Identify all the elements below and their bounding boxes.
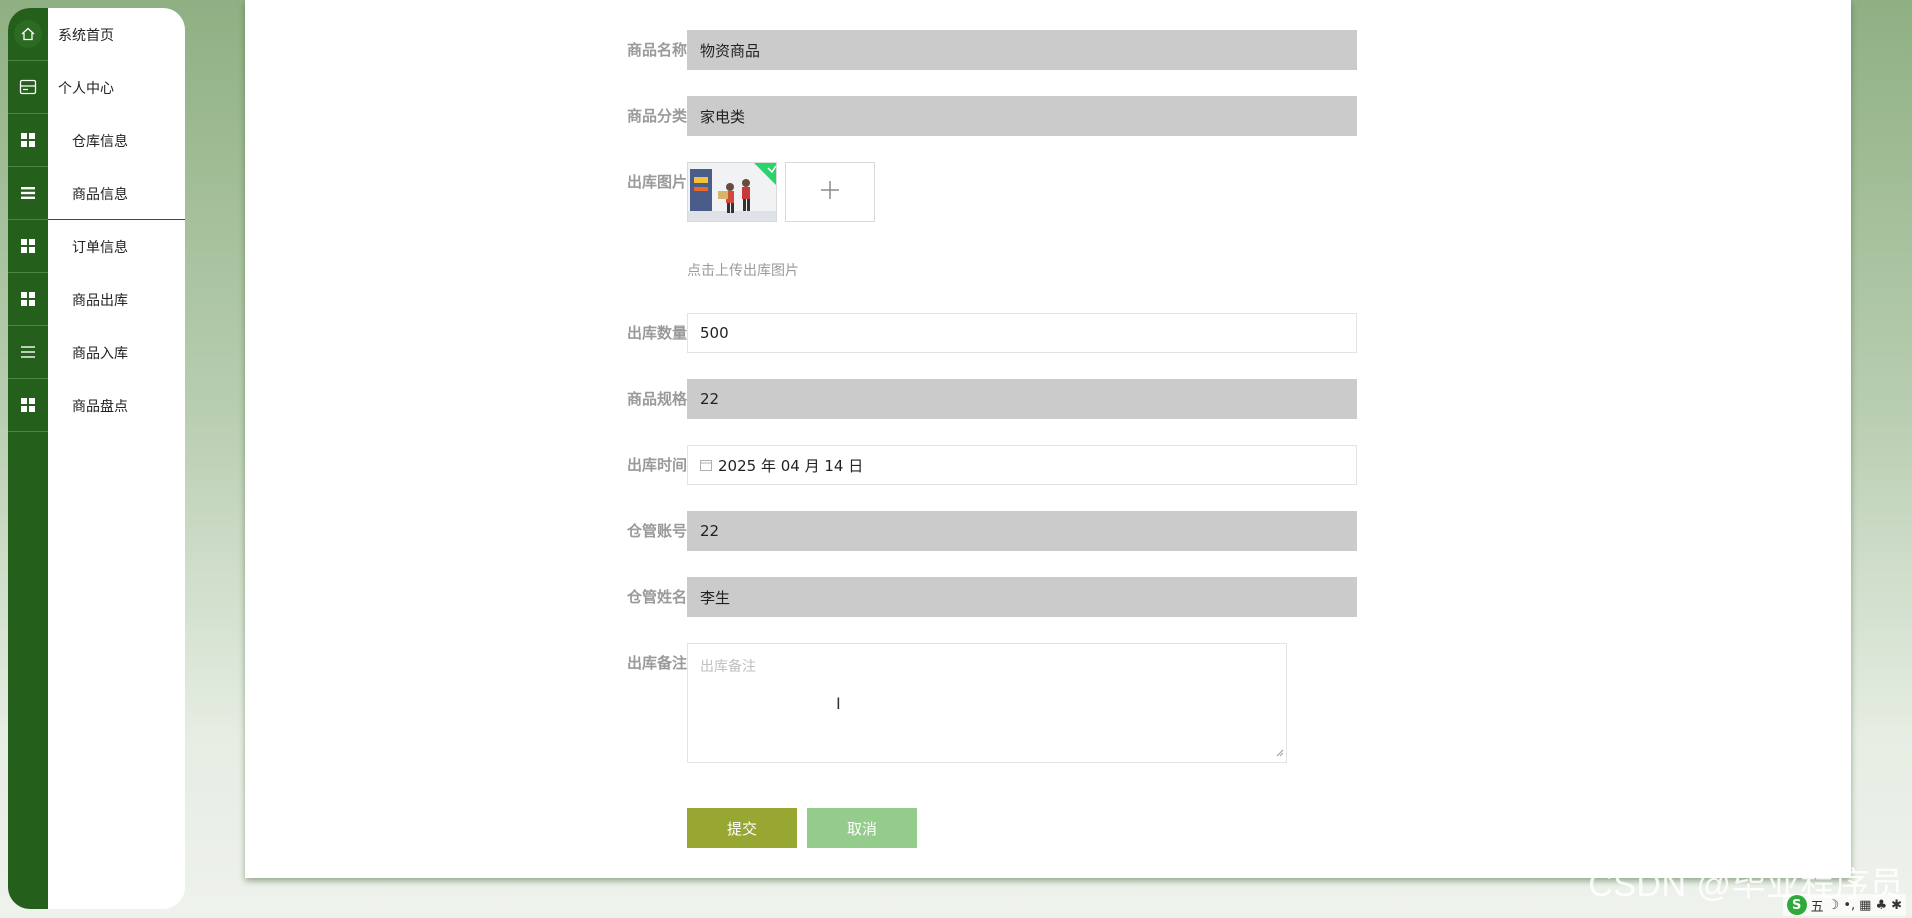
field-label: 商品规格 bbox=[626, 390, 687, 408]
keeper-name-field: 李生 bbox=[687, 577, 1357, 617]
field-label: 商品分类 bbox=[626, 107, 687, 125]
product-name-field: 物资商品 bbox=[687, 30, 1357, 70]
sidebar-item-inbound[interactable]: 商品入库 bbox=[8, 326, 185, 379]
spec-field: 22 bbox=[687, 379, 1357, 419]
sidebar-item-label: 仓库信息 bbox=[72, 133, 128, 150]
sidebar-item-label: 系统首页 bbox=[58, 27, 114, 44]
upload-image-button[interactable] bbox=[785, 162, 875, 222]
sidebar-item-products[interactable]: 商品信息 bbox=[8, 167, 185, 220]
quantity-input[interactable]: 500 bbox=[687, 313, 1357, 353]
plus-icon bbox=[819, 179, 841, 206]
sidebar-item-label: 商品盘点 bbox=[72, 398, 128, 415]
sidebar-item-label: 商品信息 bbox=[72, 186, 128, 203]
field-label: 仓管账号 bbox=[626, 522, 687, 540]
system-tray: S 五 ☽ •, ▦ ♣ ✱ bbox=[1782, 894, 1906, 916]
submit-button[interactable]: 提交 bbox=[687, 808, 797, 848]
field-value: 22 bbox=[700, 522, 720, 540]
resize-handle-icon[interactable] bbox=[1276, 745, 1284, 761]
date-picker[interactable]: 2025 年 04 月 14 日 bbox=[687, 445, 1357, 485]
field-label: 仓管姓名 bbox=[626, 588, 687, 606]
sidebar-item-label: 订单信息 bbox=[72, 239, 128, 256]
calendar-icon bbox=[700, 459, 712, 471]
sidebar-item-home[interactable]: 系统首页 bbox=[8, 8, 185, 61]
textarea-placeholder: 出库备注 bbox=[700, 659, 756, 675]
home-icon bbox=[8, 8, 48, 61]
list-icon bbox=[8, 167, 48, 220]
grid-icon bbox=[8, 273, 48, 326]
uploaded-image-thumbnail[interactable] bbox=[687, 162, 777, 222]
grid-icon bbox=[8, 114, 48, 167]
cancel-button[interactable]: 取消 bbox=[807, 808, 917, 848]
field-value: 物资商品 bbox=[700, 41, 761, 60]
grid-icon bbox=[8, 379, 48, 432]
sidebar-item-label: 商品出库 bbox=[72, 292, 128, 309]
sidebar: 系统首页 个人中心 仓库信息 商品信息 订单信息 商品出库 商品入库 商品盘点 bbox=[8, 8, 185, 909]
tray-item[interactable]: ♣ bbox=[1875, 898, 1887, 913]
sidebar-item-outbound[interactable]: 商品出库 bbox=[8, 273, 185, 326]
tray-item[interactable]: 五 bbox=[1811, 896, 1824, 915]
list-icon bbox=[8, 326, 48, 379]
field-value: 500 bbox=[700, 324, 729, 342]
sidebar-item-label: 个人中心 bbox=[58, 80, 114, 97]
text-cursor-icon: I bbox=[836, 694, 841, 713]
field-value: 李生 bbox=[700, 588, 731, 607]
main-panel: 商品名称 物资商品 商品分类 家电类 出库图片 点击上传出库图片 出库数量 50… bbox=[245, 0, 1851, 878]
field-label: 出库时间 bbox=[626, 456, 687, 474]
account-field: 22 bbox=[687, 511, 1357, 551]
sidebar-item-orders[interactable]: 订单信息 bbox=[8, 220, 185, 273]
remark-textarea[interactable]: 出库备注 I bbox=[687, 643, 1287, 763]
field-value: 22 bbox=[700, 390, 720, 408]
field-label: 出库图片 bbox=[626, 173, 687, 191]
input-method-logo-icon[interactable]: S bbox=[1786, 895, 1807, 915]
field-value: 2025 年 04 月 14 日 bbox=[718, 456, 864, 475]
sidebar-item-profile[interactable]: 个人中心 bbox=[8, 61, 185, 114]
field-value: 家电类 bbox=[700, 107, 746, 126]
tray-item[interactable]: ☽ bbox=[1828, 898, 1840, 913]
sidebar-item-label: 商品入库 bbox=[72, 345, 128, 362]
tray-item[interactable]: •, bbox=[1843, 898, 1855, 913]
sidebar-item-warehouse[interactable]: 仓库信息 bbox=[8, 114, 185, 167]
field-label: 出库备注 bbox=[626, 654, 687, 672]
sidebar-item-inventory[interactable]: 商品盘点 bbox=[8, 379, 185, 432]
tray-item[interactable]: ✱ bbox=[1891, 898, 1902, 913]
product-category-field: 家电类 bbox=[687, 96, 1357, 136]
field-label: 出库数量 bbox=[626, 324, 687, 342]
upload-hint: 点击上传出库图片 bbox=[687, 263, 799, 279]
field-label: 商品名称 bbox=[626, 41, 687, 59]
grid-icon bbox=[8, 220, 48, 273]
card-icon bbox=[8, 61, 48, 114]
tray-item[interactable]: ▦ bbox=[1859, 898, 1871, 913]
